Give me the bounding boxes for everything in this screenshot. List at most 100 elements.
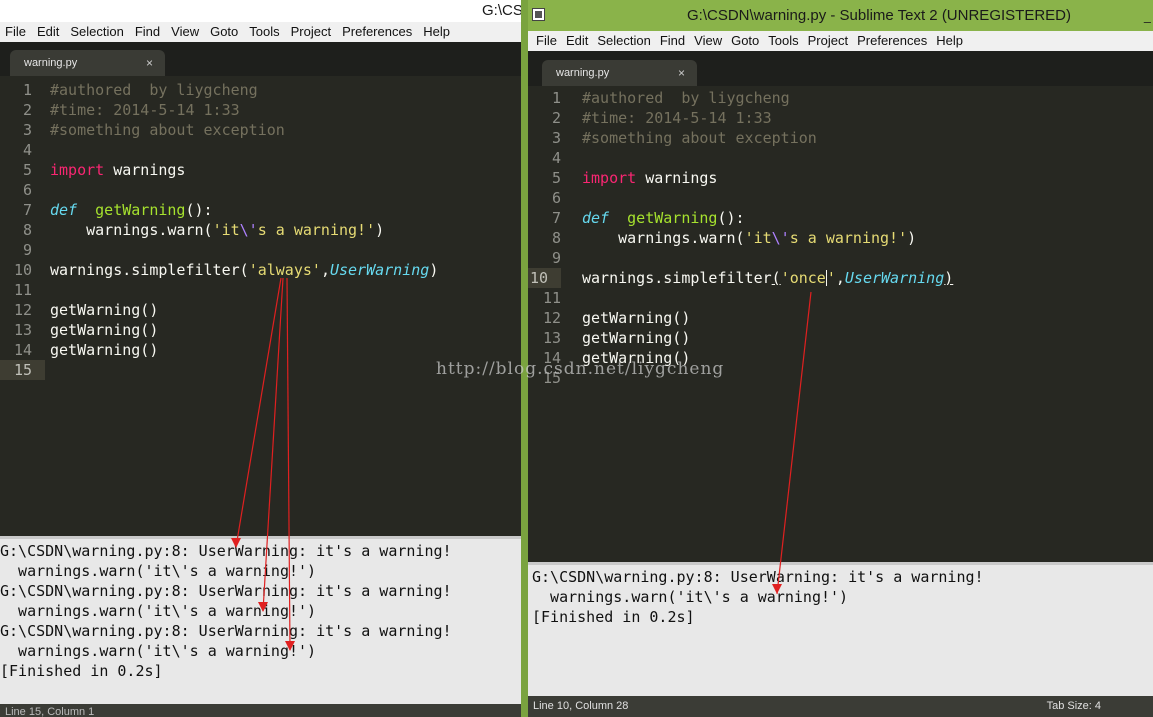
line-number: 5	[22, 161, 32, 179]
menu-edit[interactable]: Edit	[562, 31, 592, 51]
line-number: 14	[13, 341, 32, 359]
menu-goto[interactable]: Goto	[205, 22, 243, 42]
close-icon[interactable]: ×	[146, 50, 153, 76]
line-number: 11	[13, 281, 32, 299]
watermark: http://blog.csdn.net/liygcheng	[436, 359, 725, 379]
code-line: getWarning()	[582, 309, 691, 327]
tab-label: warning.py	[24, 57, 78, 69]
line-number: 10	[528, 268, 561, 288]
menu-goto[interactable]: Goto	[727, 31, 763, 51]
tab-label: warning.py	[556, 67, 610, 79]
line-number: 12	[542, 309, 561, 327]
menu-view[interactable]: View	[166, 22, 204, 42]
output-line: warnings.warn('it\'s a warning!')	[0, 642, 317, 660]
code-line: getWarning()	[50, 341, 159, 359]
line-number: 9	[551, 249, 561, 267]
code-text: ,	[835, 269, 845, 287]
code-line: #something about exception	[582, 129, 817, 147]
menu-file[interactable]: File	[0, 22, 31, 42]
code-line: warnings.simplefilter('once',UserWarning…	[582, 268, 953, 288]
right-menu-bar: File Edit Selection Find View Goto Tools Projec…	[528, 31, 1153, 51]
right-code-editor[interactable]: 1 #authored by liygcheng 2 #time: 2014-5-1…	[528, 86, 1153, 562]
menu-tools[interactable]: Tools	[764, 31, 802, 51]
line-number: 9	[22, 241, 32, 259]
code-line: warnings.warn('it\'s a warning!')	[582, 228, 916, 248]
string: '	[826, 269, 836, 287]
tab-warning-py[interactable]: warning.py ×	[542, 60, 697, 86]
output-line: [Finished in 0.2s]	[0, 662, 163, 680]
output-line: G:\CSDN\warning.py:8: UserWarning: it's …	[0, 582, 452, 600]
menu-project[interactable]: Project	[804, 31, 852, 51]
menu-selection[interactable]: Selection	[65, 22, 128, 42]
function-name: getWarning	[95, 201, 186, 219]
line-number: 6	[22, 181, 32, 199]
menu-preferences[interactable]: Preferences	[853, 31, 931, 51]
keyword: def	[50, 201, 78, 219]
line-number: 10	[13, 261, 32, 279]
code-line: import warnings	[582, 168, 717, 188]
code-text: )	[907, 229, 917, 247]
line-number: 13	[542, 329, 561, 347]
function-name: getWarning	[627, 209, 718, 227]
menu-file[interactable]: File	[532, 31, 561, 51]
class-name: UserWarning	[329, 261, 430, 279]
code-line: def getWarning():	[582, 208, 745, 228]
line-number: 4	[22, 141, 32, 159]
code-line: import warnings	[50, 160, 185, 180]
close-icon[interactable]: ×	[678, 60, 685, 86]
line-number: 5	[551, 169, 561, 187]
code-text: warnings.simplefilter	[582, 269, 772, 287]
line-number: 15	[0, 360, 45, 380]
left-code-editor[interactable]: 1 #authored by liygcheng 2 #time: 2014-5-1…	[0, 76, 521, 536]
string: s a warning!'	[789, 229, 908, 247]
class-name: UserWarning	[844, 269, 945, 287]
menu-preferences[interactable]: Preferences	[337, 22, 417, 42]
left-menu-bar: File Edit Selection Find View Goto Tools Projec…	[0, 22, 521, 42]
menu-help[interactable]: Help	[932, 31, 967, 51]
line-number: 12	[13, 301, 32, 319]
code-line: #time: 2014-5-14 1:33	[50, 101, 240, 119]
code-line: getWarning()	[582, 329, 691, 347]
code-text: (	[771, 269, 781, 287]
code-line: #authored by liygcheng	[50, 81, 258, 99]
code-line: #something about exception	[50, 121, 285, 139]
menu-find[interactable]: Find	[656, 31, 689, 51]
line-number: 3	[22, 121, 32, 139]
output-line: G:\CSDN\warning.py:8: UserWarning: it's …	[0, 542, 452, 560]
sublime-app-icon	[532, 8, 545, 21]
menu-help[interactable]: Help	[418, 22, 455, 42]
status-position: Line 15, Column 1	[5, 706, 95, 717]
menu-selection[interactable]: Selection	[593, 31, 654, 51]
escape: \'	[771, 229, 790, 247]
string: 'it	[212, 221, 240, 239]
menu-edit[interactable]: Edit	[32, 22, 64, 42]
code-line: warnings.simplefilter('always',UserWarni…	[50, 260, 438, 280]
line-number: 8	[551, 229, 561, 247]
line-number: 1	[551, 89, 561, 107]
left-tab-bar: warning.py ×	[0, 42, 521, 76]
menu-tools[interactable]: Tools	[244, 22, 284, 42]
code-line: #time: 2014-5-14 1:33	[582, 109, 772, 127]
menu-project[interactable]: Project	[286, 22, 336, 42]
code-line: warnings.warn('it\'s a warning!')	[50, 220, 384, 240]
string: 'once	[780, 269, 826, 287]
code-line: #authored by liygcheng	[582, 89, 790, 107]
code-text: warnings.warn(	[582, 229, 745, 247]
line-number: 7	[22, 201, 32, 219]
string: s a warning!'	[257, 221, 376, 239]
menu-find[interactable]: Find	[130, 22, 165, 42]
tab-warning-py[interactable]: warning.py ×	[10, 50, 165, 76]
line-number: 1	[22, 81, 32, 99]
escape: \'	[239, 221, 258, 239]
status-tab-size[interactable]: Tab Size: 4	[1047, 696, 1101, 717]
line-number: 8	[22, 221, 32, 239]
left-build-output: G:\CSDN\warning.py:8: UserWarning: it's …	[0, 536, 521, 704]
left-status-bar: Line 15, Column 1	[0, 704, 521, 717]
code-line: getWarning()	[50, 321, 159, 339]
code-text: ():	[185, 201, 213, 219]
status-position: Line 10, Column 28	[533, 700, 629, 712]
menu-view[interactable]: View	[690, 31, 726, 51]
right-window-title: G:\CSDN\warning.py - Sublime Text 2 (UNR…	[687, 7, 1071, 24]
line-number: 2	[22, 101, 32, 119]
line-number: 4	[551, 149, 561, 167]
